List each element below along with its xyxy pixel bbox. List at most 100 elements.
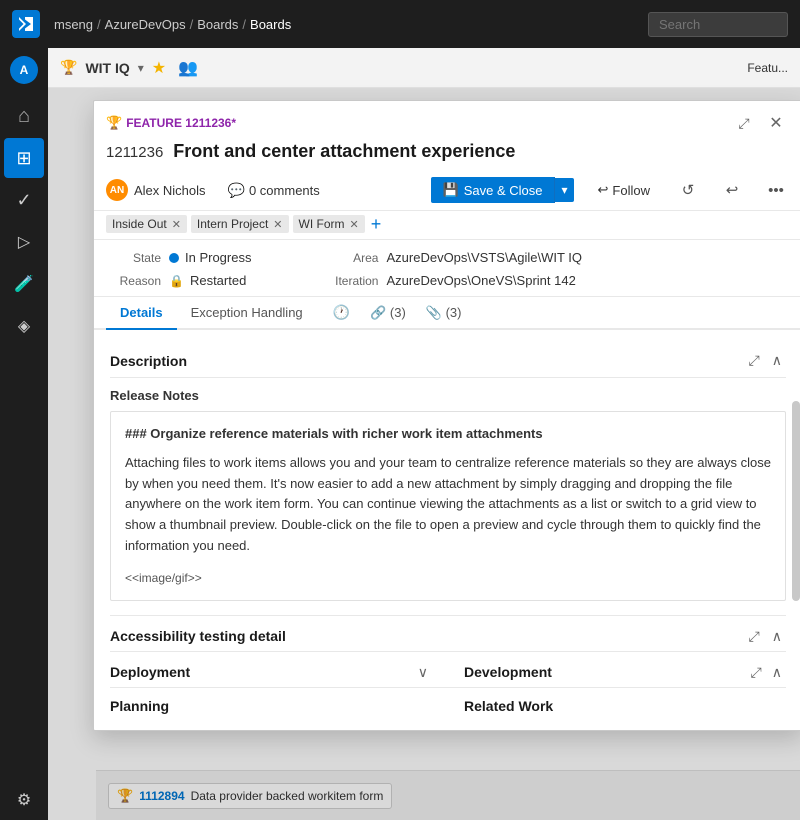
wit-title: WIT IQ bbox=[85, 60, 129, 76]
description-expand-button[interactable]: ⤢ bbox=[745, 350, 764, 371]
reason-field: Reason 🔒 Restarted bbox=[106, 273, 251, 288]
deployment-development-row: Deployment ∨ Development ⤢ ∧ bbox=[110, 651, 786, 687]
modal-title-row: 1211236 Front and center attachment expe… bbox=[94, 137, 800, 170]
lock-icon: 🔒 bbox=[169, 274, 184, 288]
area-value: AzureDevOps\VSTS\Agile\WIT IQ bbox=[386, 250, 582, 265]
deployment-title: Deployment bbox=[110, 664, 190, 680]
tag-close-wi-form[interactable]: ✕ bbox=[350, 218, 359, 231]
tag-wi-form: WI Form ✕ bbox=[293, 215, 365, 233]
wit-bar: 🏆 WIT IQ ▾ ★ 👥 Featu... bbox=[48, 48, 800, 88]
more-actions-button[interactable]: ••• bbox=[762, 176, 790, 204]
area-field: Area AzureDevOps\VSTS\Agile\WIT IQ bbox=[323, 250, 582, 265]
scroll-gutter[interactable] bbox=[792, 401, 800, 601]
modal-header: 🏆 FEATURE 1211236* ⤢ ✕ bbox=[94, 101, 800, 137]
main-area: 🏆 WIT IQ ▾ ★ 👥 Featu... 🏆 FEATURE 121123… bbox=[48, 48, 800, 820]
right-panel-label: Featu... bbox=[747, 61, 788, 75]
state-value: In Progress bbox=[185, 250, 251, 265]
planning-related-row: Planning Related Work bbox=[110, 687, 786, 718]
add-tag-button[interactable]: + bbox=[369, 215, 384, 233]
development-expand-button[interactable]: ⤢ bbox=[747, 662, 766, 683]
deployment-section: Deployment ∨ bbox=[110, 662, 448, 683]
accessibility-section: Accessibility testing detail ⤢ ∧ bbox=[110, 615, 786, 651]
sidebar-item-home[interactable]: ⌂ bbox=[4, 96, 44, 136]
accessibility-expand-button[interactable]: ⤢ bbox=[745, 626, 764, 647]
tab-history-button[interactable]: 🕐 bbox=[325, 298, 358, 327]
related-work-section: Related Work bbox=[448, 698, 786, 714]
accessibility-collapse-button[interactable]: ∧ bbox=[768, 626, 786, 647]
search-input[interactable] bbox=[648, 12, 788, 37]
release-notes-heading: ### Organize reference materials with ri… bbox=[125, 424, 771, 445]
sidebar-item-boards[interactable]: ⊞ bbox=[4, 138, 44, 178]
comments-button[interactable]: 💬 0 comments bbox=[222, 178, 326, 203]
modal-overlay[interactable]: 🏆 FEATURE 1211236* ⤢ ✕ 1211236 Front and… bbox=[48, 88, 800, 820]
save-close-button[interactable]: 💾 Save & Close bbox=[431, 177, 556, 203]
planning-section: Planning bbox=[110, 698, 448, 714]
tag-close-intern-project[interactable]: ✕ bbox=[273, 218, 282, 231]
release-notes-title: Release Notes bbox=[110, 388, 786, 403]
description-title: Description bbox=[110, 353, 187, 369]
modal: 🏆 FEATURE 1211236* ⤢ ✕ 1211236 Front and… bbox=[93, 100, 800, 731]
description-section-header: Description ⤢ ∧ bbox=[110, 342, 786, 378]
tab-details[interactable]: Details bbox=[106, 297, 177, 330]
tab-links-button[interactable]: 🔗 (3) bbox=[362, 299, 414, 327]
save-icon: 💾 bbox=[443, 182, 459, 198]
assignee[interactable]: AN Alex Nichols bbox=[106, 179, 206, 201]
accessibility-collapse-header[interactable]: Accessibility testing detail ⤢ ∧ bbox=[110, 626, 786, 647]
development-title: Development bbox=[464, 664, 552, 680]
breadcrumb-mseng[interactable]: mseng bbox=[54, 17, 93, 32]
state-field: State In Progress bbox=[106, 250, 251, 265]
refresh-button[interactable]: ↺ bbox=[674, 176, 702, 204]
work-item-title: Front and center attachment experience bbox=[173, 141, 515, 162]
reason-value: Restarted bbox=[190, 273, 246, 288]
tab-exception-handling[interactable]: Exception Handling bbox=[177, 297, 317, 330]
modal-toolbar: AN Alex Nichols 💬 0 comments 💾 Save & Cl… bbox=[94, 170, 800, 211]
people-icon[interactable]: 👥 bbox=[178, 58, 198, 78]
sidebar-item-test[interactable]: 🧪 bbox=[4, 264, 44, 304]
save-close-group: 💾 Save & Close ▾ bbox=[431, 177, 574, 203]
top-nav: mseng / AzureDevOps / Boards / Boards bbox=[0, 0, 800, 48]
info-row: State In Progress Reason 🔒 Restarted bbox=[94, 240, 800, 297]
deployment-expand-button[interactable]: ∨ bbox=[414, 662, 432, 683]
star-icon[interactable]: ★ bbox=[152, 58, 166, 78]
modal-content[interactable]: Description ⤢ ∧ Release Notes ### Organi… bbox=[94, 330, 800, 730]
sidebar-item-settings[interactable]: ⚙ bbox=[4, 780, 44, 820]
close-modal-button[interactable]: ✕ bbox=[762, 109, 790, 137]
comment-icon: 💬 bbox=[228, 182, 245, 199]
modal-header-actions: ⤢ ✕ bbox=[730, 109, 790, 137]
related-work-title: Related Work bbox=[464, 698, 786, 714]
release-notes-section: Release Notes ### Organize reference mat… bbox=[110, 388, 786, 601]
release-notes-gif: <<image/gif>> bbox=[125, 569, 771, 588]
breadcrumb-boards-1[interactable]: Boards bbox=[197, 17, 238, 32]
breadcrumb-boards-2: Boards bbox=[250, 17, 291, 32]
wit-dropdown-icon[interactable]: ▾ bbox=[138, 61, 144, 75]
wit-icon: 🏆 bbox=[60, 59, 77, 76]
tabs-row: Details Exception Handling 🕐 🔗 (3) 📎 (3) bbox=[94, 297, 800, 330]
accessibility-title: Accessibility testing detail bbox=[110, 628, 286, 644]
assignee-name: Alex Nichols bbox=[134, 183, 206, 198]
tag-close-inside-out[interactable]: ✕ bbox=[172, 218, 181, 231]
expand-modal-button[interactable]: ⤢ bbox=[730, 109, 758, 137]
tag-intern-project: Intern Project ✕ bbox=[191, 215, 289, 233]
iteration-field: Iteration AzureDevOps\OneVS\Sprint 142 bbox=[323, 273, 582, 288]
iteration-value: AzureDevOps\OneVS\Sprint 142 bbox=[386, 273, 575, 288]
development-section: Development ⤢ ∧ bbox=[448, 662, 786, 683]
sidebar: A ⌂ ⊞ ✓ ▷ 🧪 ◈ ⚙ bbox=[0, 48, 48, 820]
follow-button[interactable]: ↩ Follow bbox=[590, 178, 658, 202]
tab-attachments-button[interactable]: 📎 (3) bbox=[418, 299, 470, 327]
release-notes-body: Attaching files to work items allows you… bbox=[125, 453, 771, 557]
sidebar-item-tasks[interactable]: ✓ bbox=[4, 180, 44, 220]
sidebar-item-artifacts[interactable]: ◈ bbox=[4, 306, 44, 346]
undo-button[interactable]: ↩ bbox=[718, 176, 746, 204]
release-notes-content[interactable]: ### Organize reference materials with ri… bbox=[110, 411, 786, 601]
sidebar-item-pipelines[interactable]: ▷ bbox=[4, 222, 44, 262]
breadcrumb-azuredevops[interactable]: AzureDevOps bbox=[105, 17, 186, 32]
tags-row: Inside Out ✕ Intern Project ✕ WI Form ✕ … bbox=[94, 211, 800, 240]
description-collapse-button[interactable]: ∧ bbox=[768, 350, 786, 371]
tag-inside-out: Inside Out ✕ bbox=[106, 215, 187, 233]
save-close-dropdown[interactable]: ▾ bbox=[555, 178, 573, 202]
assignee-avatar: AN bbox=[106, 179, 128, 201]
avatar[interactable]: A bbox=[10, 56, 38, 84]
development-collapse-button[interactable]: ∧ bbox=[768, 662, 786, 683]
follow-icon: ↩ bbox=[598, 182, 609, 198]
work-item-id: 1211236 bbox=[106, 144, 163, 161]
